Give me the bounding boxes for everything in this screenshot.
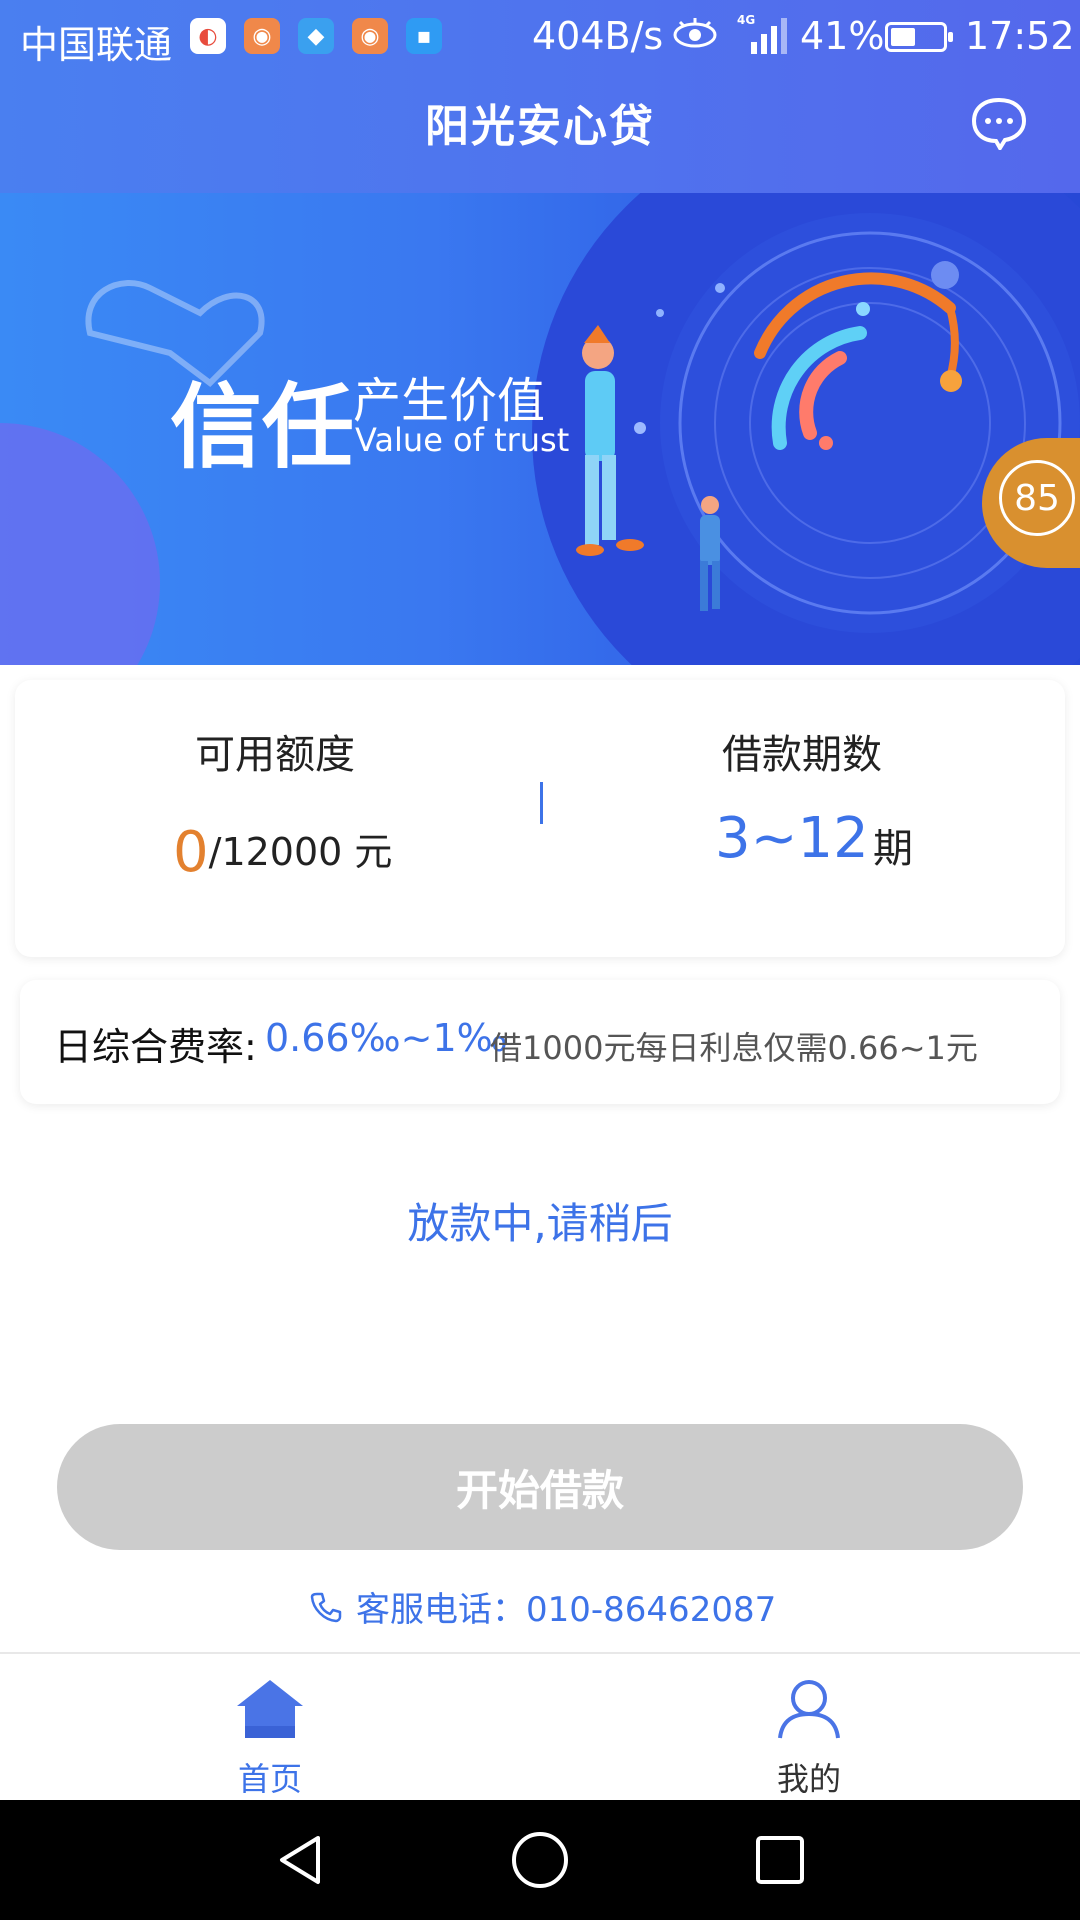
daily-rate-label: 日综合费率:: [54, 1025, 257, 1069]
notification-browser-icon: ◉: [352, 18, 388, 54]
page-title: 阳光安心贷: [425, 101, 655, 152]
recent-apps-icon[interactable]: [750, 1830, 810, 1890]
daily-rate-value: 0.66‰~1‰: [265, 1016, 508, 1060]
home-circle-icon[interactable]: [510, 1830, 570, 1890]
user-icon: [778, 1680, 840, 1739]
loan-term-unit: 期: [873, 826, 913, 872]
chat-bubble-icon[interactable]: [970, 96, 1028, 150]
tab-home[interactable]: 首页: [170, 1654, 370, 1802]
notification-message-icon: ▪: [406, 18, 442, 54]
notification-location-icon: ◆: [298, 18, 334, 54]
notification-app-icon: ◐: [190, 18, 226, 54]
banner-headline: 信任: [170, 374, 355, 481]
loan-term-label: 借款期数: [722, 732, 882, 778]
hotline-text: 客服电话：010-86462087: [356, 1590, 777, 1630]
rate-card: 日综合费率: 0.66‰~1‰ 借1000元每日利息仅需0.66~1元: [20, 980, 1060, 1104]
card-divider: [540, 782, 543, 824]
network-speed: 404B/s: [532, 14, 664, 58]
used-limit-value: 0: [173, 820, 209, 885]
tab-home-label: 首页: [237, 1760, 302, 1798]
loan-term-value: 3~12: [715, 806, 869, 871]
banner-tagline-english: Value of trust: [355, 421, 570, 459]
credit-limit-card: 可用额度 0/12000 元 借款期数 3~12 期: [15, 680, 1065, 957]
home-icon: [237, 1680, 303, 1738]
carrier-name: 中国联通: [20, 23, 173, 67]
battery-percent: 41%: [800, 14, 885, 58]
back-icon[interactable]: [270, 1830, 330, 1890]
tab-me[interactable]: 我的: [709, 1654, 909, 1802]
promo-banner[interactable]: 信任 产生价值 Value of trust 85: [0, 193, 1080, 665]
start-loan-button[interactable]: 开始借款: [57, 1424, 1023, 1550]
notification-icons: ◐ ◉ ◆ ◉ ▪: [190, 18, 442, 54]
app-header: 中国联通 ◐ ◉ ◆ ◉ ▪ 404B/s 4G 41% 17:52 阳光安心贷: [0, 0, 1080, 193]
total-limit-value: /12000 元: [208, 830, 393, 874]
signal-icon: 4G: [737, 13, 787, 54]
available-limit-value: 0/12000 元: [173, 820, 392, 885]
status-bar: 中国联通 ◐ ◉ ◆ ◉ ▪ 404B/s 4G 41% 17:52: [0, 0, 1080, 76]
daily-rate-note: 借1000元每日利息仅需0.66~1元: [490, 1029, 978, 1067]
svg-text:4G: 4G: [737, 13, 755, 27]
notification-browser-icon: ◉: [244, 18, 280, 54]
loan-status-message: 放款中,请稍后: [407, 1199, 673, 1248]
bottom-tab-bar: 首页 我的: [0, 1652, 1080, 1802]
available-limit-label: 可用额度: [195, 732, 355, 778]
phone-icon: [310, 1592, 342, 1622]
system-navigation-bar: [0, 1800, 1080, 1920]
eye-comfort-icon: [672, 16, 718, 59]
battery-icon: [885, 22, 953, 52]
clock: 17:52: [965, 14, 1075, 58]
tab-me-label: 我的: [776, 1760, 841, 1798]
customer-service-hotline[interactable]: 客服电话：010-86462087: [310, 1582, 776, 1631]
credit-score: 85: [999, 460, 1075, 536]
